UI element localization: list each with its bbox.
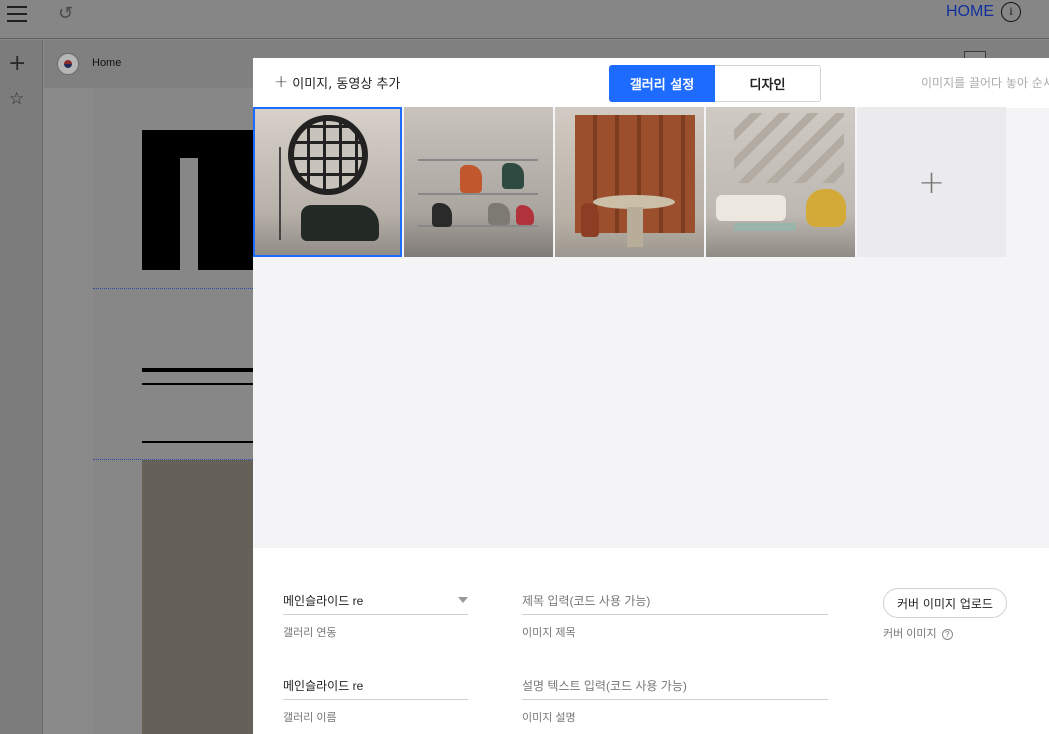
korea-flag-icon[interactable] (57, 53, 79, 75)
info-icon[interactable]: i (1001, 2, 1021, 22)
add-media-label: 이미지, 동영상 추가 (292, 76, 401, 92)
gallery-image-4[interactable] (706, 107, 855, 257)
hamburger-menu-icon[interactable] (7, 6, 27, 22)
gallery-image-3[interactable] (555, 107, 704, 257)
image-title-input[interactable]: 제목 입력(코드 사용 가능) (522, 587, 828, 615)
tab-gallery-settings[interactable]: 갤러리 설정 (609, 65, 715, 102)
gallery-image-1[interactable] (253, 107, 402, 257)
home-link[interactable]: HOME (946, 3, 994, 21)
gallery-settings-modal: + 이미지, 동영상 추가 갤러리 설정 디자인 이미지를 끌어다 놓아 순서 (253, 58, 1049, 734)
cover-image-caption: 커버 이미지 ? (883, 625, 953, 641)
left-sidebar: + ☆ (0, 40, 43, 734)
canvas-rule (142, 368, 254, 372)
section-divider (93, 288, 253, 289)
image-description-caption: 이미지 설명 (522, 712, 576, 724)
image-description-placeholder: 설명 텍스트 입력(코드 사용 가능) (522, 679, 687, 693)
pin-icon[interactable]: ☆ (9, 89, 24, 109)
add-media-button[interactable]: + 이미지, 동영상 추가 (274, 72, 400, 92)
plus-icon: + (274, 72, 289, 92)
modal-header: + 이미지, 동영상 추가 갤러리 설정 디자인 이미지를 끌어다 놓아 순서 (253, 58, 1049, 108)
modal-tabs: 갤러리 설정 디자인 (609, 65, 821, 102)
plus-icon[interactable]: + (8, 51, 26, 76)
chevron-down-icon (458, 597, 468, 603)
undo-icon[interactable]: ↺ (58, 3, 73, 24)
gallery-link-select[interactable]: 메인슬라이드 re (283, 587, 468, 615)
tab-design[interactable]: 디자인 (715, 65, 821, 102)
image-title-caption: 이미지 제목 (522, 627, 576, 639)
gallery-form: 메인슬라이드 re 갤러리 연동 제목 입력(코드 사용 가능) 이미지 제목 … (253, 548, 1049, 734)
gallery-name-input[interactable]: 메인슬라이드 re (283, 672, 468, 700)
thumbnail-strip: + (253, 107, 1006, 257)
canvas-rule (142, 441, 254, 443)
image-title-placeholder: 제목 입력(코드 사용 가능) (522, 594, 651, 608)
gallery-link-caption: 갤러리 연동 (283, 627, 337, 639)
plus-icon: + (918, 163, 945, 201)
cover-upload-button[interactable]: 커버 이미지 업로드 (883, 588, 1007, 618)
canvas-rule (142, 383, 254, 385)
top-toolbar: ↺ HOME i (0, 0, 1049, 39)
help-icon[interactable]: ? (941, 628, 953, 640)
canvas-logo-block (142, 130, 254, 270)
drag-hint: 이미지를 끌어다 놓아 순서 (921, 76, 1049, 90)
canvas-image-block (142, 460, 254, 734)
cover-image-caption-text: 커버 이미지 (883, 628, 937, 640)
breadcrumb-home[interactable]: Home (92, 57, 121, 69)
gallery-link-value: 메인슬라이드 re (283, 594, 364, 608)
image-description-input[interactable]: 설명 텍스트 입력(코드 사용 가능) (522, 672, 828, 700)
gallery-image-2[interactable] (404, 107, 553, 257)
add-image-tile[interactable]: + (857, 107, 1006, 257)
gallery-name-value: 메인슬라이드 re (283, 679, 364, 693)
gallery-name-caption: 갤러리 이름 (283, 712, 337, 724)
